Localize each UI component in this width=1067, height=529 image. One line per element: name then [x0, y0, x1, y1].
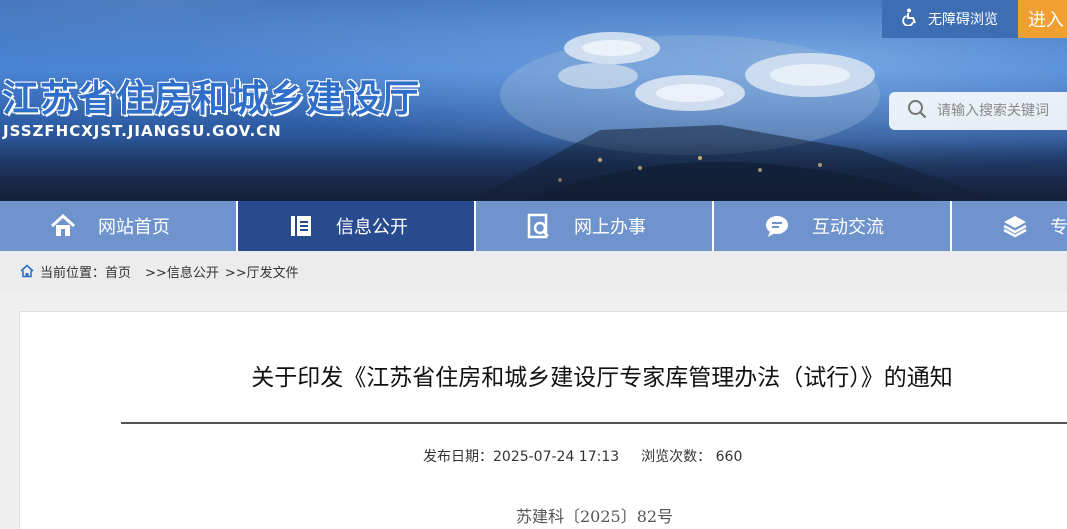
- title-divider: [121, 422, 1067, 424]
- breadcrumb-prefix: 当前位置：: [40, 265, 106, 281]
- layers-icon: [1002, 213, 1028, 239]
- nav-item-interaction[interactable]: 互动交流: [714, 201, 952, 251]
- nav-item-label: 网上办事: [574, 217, 646, 238]
- breadcrumb-info-disclosure[interactable]: >>信息公开: [145, 262, 219, 281]
- publish-date-label: 发布日期：: [423, 449, 493, 465]
- search-box: [889, 92, 1067, 130]
- site-domain: JSSZFHCXJST.JIANGSU.GOV.CN: [3, 122, 282, 140]
- service-search-icon: [526, 213, 552, 239]
- banner-ground: [0, 140, 1067, 201]
- nav-item-special[interactable]: 专: [952, 201, 1067, 251]
- article-meta: 发布日期：2025-07-24 17:13 浏览次数： 660: [423, 446, 742, 466]
- nav-item-label: 网站首页: [98, 217, 170, 238]
- site-title: 江苏省住房和城乡建设厅: [2, 77, 420, 120]
- accessibility-button[interactable]: 无障碍浏览: [882, 0, 1018, 38]
- home-small-icon: [20, 264, 34, 278]
- nav-item-online-service[interactable]: 网上办事: [476, 201, 714, 251]
- view-count: 660: [715, 449, 743, 465]
- enter-button[interactable]: 进入: [1018, 0, 1067, 38]
- main-nav: 网站首页 信息公开 网上办事 互动交流 专: [0, 201, 1067, 251]
- nav-item-label: 信息公开: [336, 217, 408, 238]
- header-banner: 江苏省住房和城乡建设厅 JSSZFHCXJST.JIANGSU.GOV.CN 无…: [0, 0, 1067, 201]
- nav-item-label: 互动交流: [812, 217, 884, 238]
- wheelchair-icon: [902, 8, 920, 30]
- accessibility-label: 无障碍浏览: [928, 12, 998, 28]
- chat-icon: [764, 213, 790, 239]
- home-icon: [50, 213, 76, 239]
- nav-item-label: 专: [1050, 217, 1067, 238]
- publish-date: 2025-07-24 17:13: [493, 449, 620, 465]
- document-number: 苏建科〔2025〕82号: [516, 507, 674, 526]
- breadcrumb-dept-documents[interactable]: >>厅发文件: [225, 262, 299, 281]
- nav-item-info-disclosure[interactable]: 信息公开: [238, 201, 476, 251]
- search-icon[interactable]: [907, 99, 927, 123]
- nav-item-home[interactable]: 网站首页: [0, 201, 238, 251]
- view-count-label: 浏览次数：: [641, 449, 712, 465]
- article-panel: 关于印发《江苏省住房和城乡建设厅专家库管理办法（试行）》的通知 发布日期：202…: [19, 311, 1067, 529]
- breadcrumb: 当前位置： 首页 >>信息公开 >>厅发文件: [0, 251, 1067, 291]
- document-icon: [288, 213, 314, 239]
- breadcrumb-home[interactable]: 首页: [105, 262, 131, 281]
- article-title: 关于印发《江苏省住房和城乡建设厅专家库管理办法（试行）》的通知: [251, 365, 953, 391]
- search-input[interactable]: [935, 102, 1067, 120]
